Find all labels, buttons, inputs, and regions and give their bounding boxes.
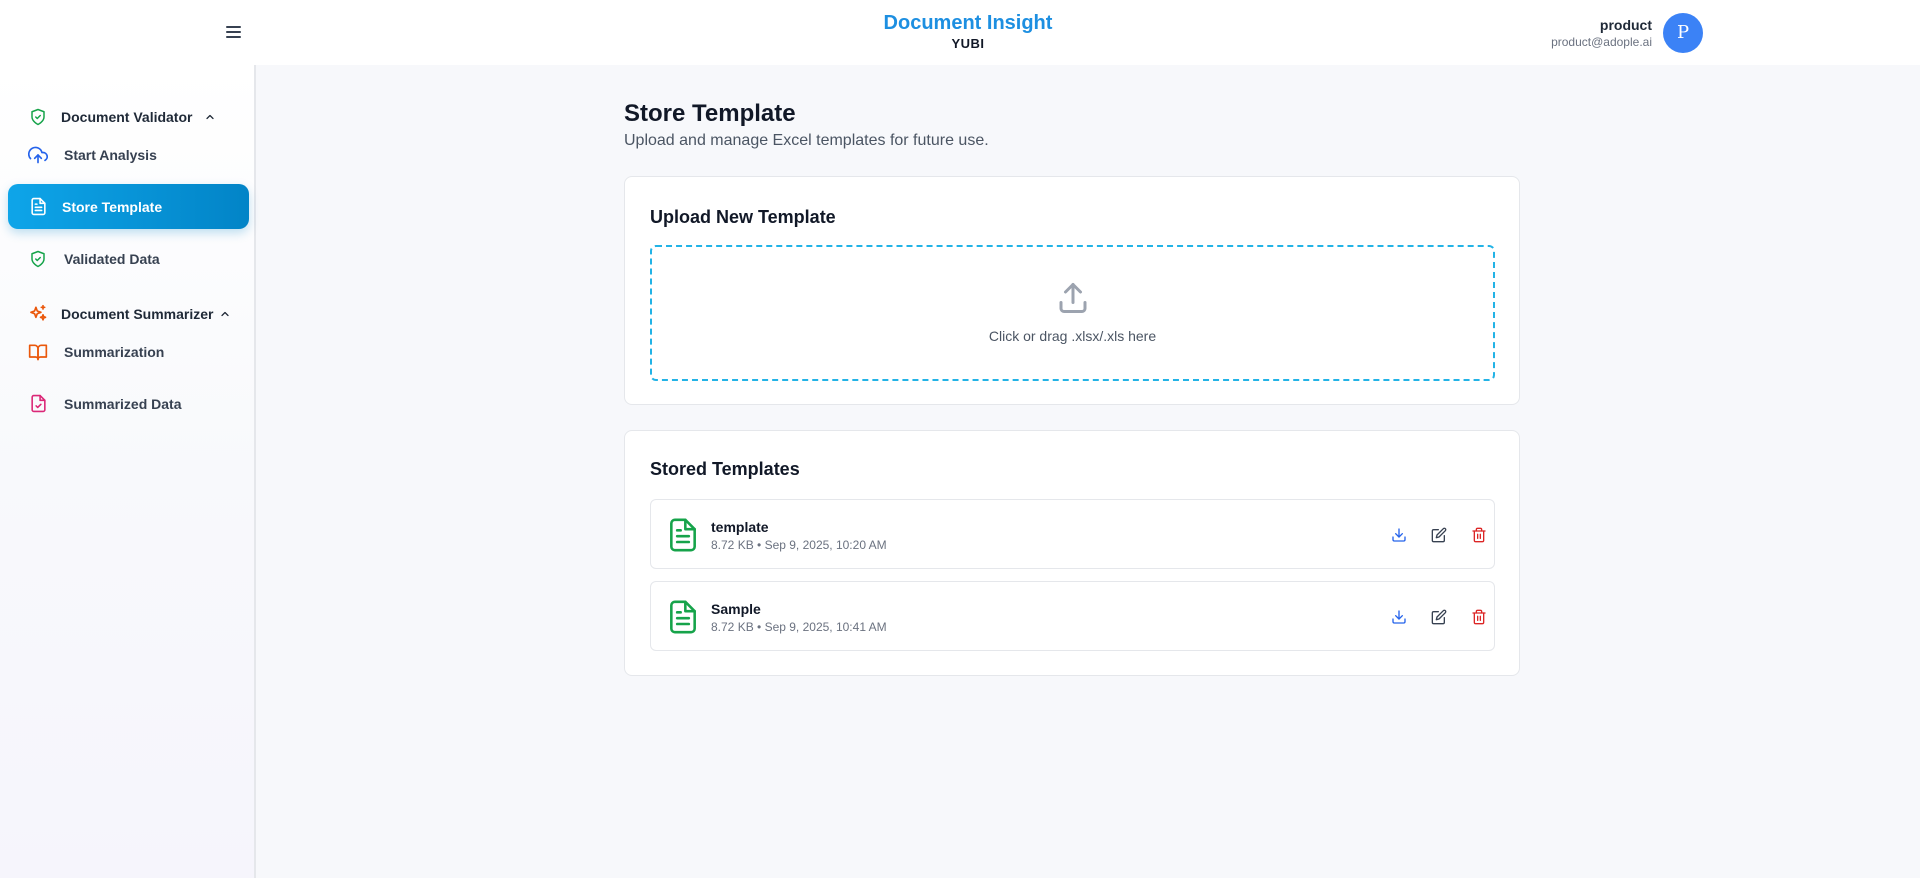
list-item: Sample 8.72 KB • Sep 9, 2025, 10:41 AM	[650, 581, 1495, 651]
upload-card: Upload New Template Click or drag .xlsx/…	[624, 176, 1520, 405]
trash-icon[interactable]	[1469, 607, 1489, 627]
user-name: product	[1599, 17, 1652, 33]
file-dropzone[interactable]: Click or drag .xlsx/.xls here	[650, 245, 1495, 381]
section-label: Document Summarizer	[61, 306, 214, 322]
user-info: product product@adople.ai	[1551, 16, 1652, 50]
section-label: Document Validator	[61, 109, 193, 125]
excel-file-icon	[669, 518, 697, 552]
sidebar-item-label: Summarized Data	[64, 395, 182, 412]
shield-check-icon	[28, 107, 48, 127]
section-document-validator[interactable]: Document Validator	[28, 106, 216, 128]
user-email: product@adople.ai	[1551, 35, 1652, 49]
menu-icon[interactable]	[222, 22, 246, 42]
sidebar: Document Validator Start Analysis Store …	[0, 65, 256, 878]
template-meta: 8.72 KB • Sep 9, 2025, 10:20 AM	[711, 538, 887, 552]
file-check-icon	[28, 394, 48, 414]
avatar[interactable]: P	[1663, 13, 1703, 53]
upload-card-title: Upload New Template	[650, 207, 836, 227]
sidebar-item-label: Summarization	[64, 343, 165, 360]
edit-icon[interactable]	[1429, 525, 1449, 545]
sidebar-item-validated-data[interactable]: Validated Data	[8, 236, 249, 281]
section-document-summarizer[interactable]: Document Summarizer	[28, 303, 231, 325]
app-title: Document Insight	[883, 12, 1053, 34]
download-icon[interactable]	[1389, 525, 1409, 545]
excel-file-icon	[669, 600, 697, 634]
sidebar-item-label: Validated Data	[64, 250, 160, 267]
page-title: Store Template	[624, 100, 796, 127]
stored-templates-card: Stored Templates template 8.72 KB • Sep …	[624, 430, 1520, 676]
sidebar-item-start-analysis[interactable]: Start Analysis	[8, 132, 249, 177]
chevron-up-icon[interactable]	[204, 111, 216, 123]
shield-check-icon	[28, 249, 48, 269]
sparkles-icon	[28, 304, 48, 324]
sidebar-item-store-template[interactable]: Store Template	[8, 184, 249, 229]
sidebar-item-summarized-data[interactable]: Summarized Data	[8, 381, 249, 426]
template-meta: 8.72 KB • Sep 9, 2025, 10:41 AM	[711, 620, 887, 634]
stored-templates-title: Stored Templates	[650, 459, 800, 479]
sidebar-item-summarization[interactable]: Summarization	[8, 329, 249, 374]
download-icon[interactable]	[1389, 607, 1409, 627]
template-name: template	[711, 519, 769, 535]
page-subtitle: Upload and manage Excel templates for fu…	[624, 132, 989, 149]
template-name: Sample	[711, 601, 761, 617]
top-bar: Document Insight YUBI product product@ad…	[0, 0, 1920, 65]
file-text-icon	[28, 197, 48, 217]
sidebar-item-label: Store Template	[62, 198, 163, 215]
upload-icon	[1055, 280, 1091, 316]
dropzone-text: Click or drag .xlsx/.xls here	[988, 328, 1157, 344]
sidebar-item-label: Start Analysis	[64, 146, 157, 163]
brand: Document Insight YUBI	[868, 10, 1068, 52]
book-open-icon	[28, 342, 48, 362]
edit-icon[interactable]	[1429, 607, 1449, 627]
chevron-up-icon[interactable]	[219, 308, 231, 320]
app-subtitle: YUBI	[951, 36, 985, 51]
cloud-upload-icon	[28, 145, 48, 165]
list-item: template 8.72 KB • Sep 9, 2025, 10:20 AM	[650, 499, 1495, 569]
trash-icon[interactable]	[1469, 525, 1489, 545]
